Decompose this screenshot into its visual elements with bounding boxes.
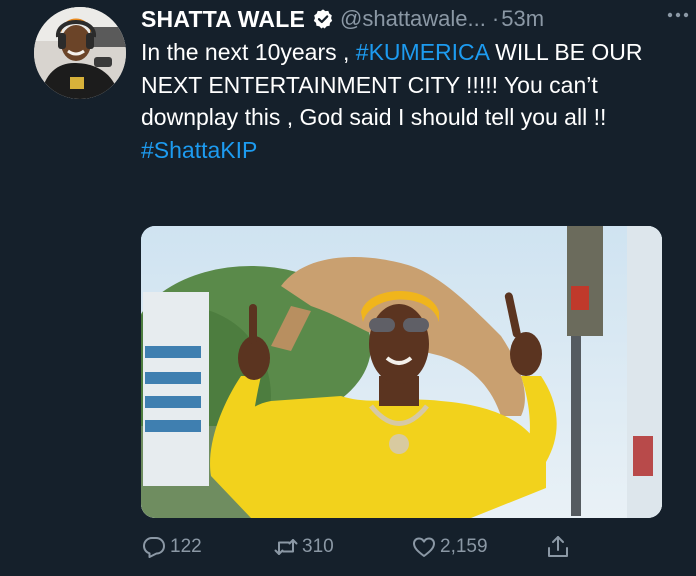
tweet-header: SHATTA WALE @shattawale... · 53m [141,4,686,34]
retweet-icon [274,539,298,555]
reply-count: 122 [170,536,202,557]
reply-icon [143,537,165,558]
share-button[interactable] [545,532,574,562]
tweet-text-main: In the next 10years , #KUMERICA WILL BE … [141,36,671,134]
share-icon [548,536,568,557]
author-handle[interactable]: @shattawale... [340,6,486,32]
tweet-photo[interactable] [141,226,662,518]
author-name[interactable]: SHATTA WALE [141,6,305,33]
timestamp[interactable]: 53m [501,6,544,32]
avatar[interactable] [34,7,126,99]
time-separator: · [491,6,500,31]
verified-badge-icon [312,8,334,30]
hashtag-shattakip[interactable]: #ShattaKIP [141,137,257,163]
avatar-image [34,7,126,99]
tweet[interactable]: SHATTA WALE @shattawale... · 53m In the … [0,0,696,576]
photo-image [141,226,662,518]
tweet-text: In the next 10years , #KUMERICA WILL BE … [141,36,671,166]
retweet-button[interactable]: 310 [273,532,334,562]
tweet-actions: 122 310 2,159 [141,532,611,562]
tweet-text-part1: In the next 10years , [141,39,356,65]
reply-button[interactable]: 122 [141,532,202,562]
like-button[interactable]: 2,159 [411,532,488,562]
hashtag-kumerica[interactable]: #KUMERICA [356,39,489,65]
retweet-count: 310 [302,536,334,557]
more-options-icon[interactable] [666,8,690,22]
heart-icon [413,537,435,557]
tweet-text-hashtag-line: #ShattaKIP [141,134,671,167]
like-count: 2,159 [440,536,488,557]
